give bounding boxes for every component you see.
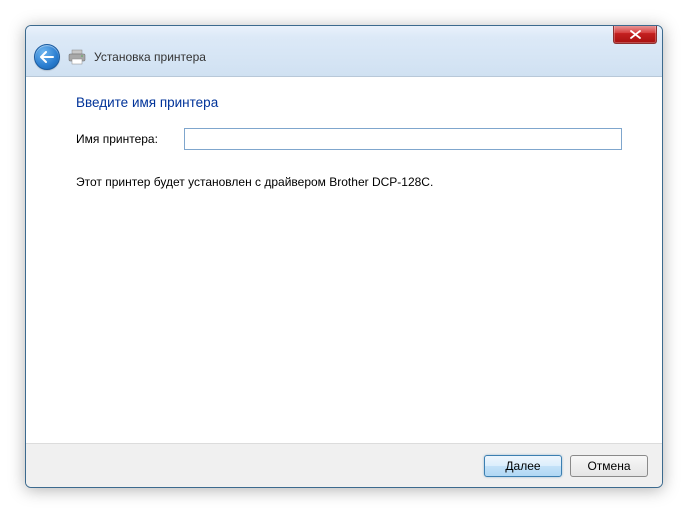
- printer-name-label: Имя принтера:: [76, 132, 184, 146]
- printer-name-input[interactable]: [184, 128, 622, 150]
- header-title: Установка принтера: [94, 50, 206, 64]
- cancel-button[interactable]: Отмена: [570, 455, 648, 477]
- back-arrow-icon: [40, 51, 54, 63]
- close-icon: [630, 30, 641, 39]
- driver-info-text: Этот принтер будет установлен с драйверо…: [76, 174, 622, 191]
- close-button[interactable]: [613, 25, 657, 44]
- button-bar: Далее Отмена: [26, 443, 662, 487]
- page-heading: Введите имя принтера: [76, 95, 622, 110]
- printer-icon: [68, 49, 86, 65]
- titlebar: [26, 26, 662, 37]
- content-area: Введите имя принтера Имя принтера: Этот …: [26, 77, 662, 443]
- wizard-window: Установка принтера Введите имя принтера …: [25, 25, 663, 488]
- next-button[interactable]: Далее: [484, 455, 562, 477]
- header-strip: Установка принтера: [26, 37, 662, 77]
- back-button[interactable]: [34, 44, 60, 70]
- printer-name-row: Имя принтера:: [76, 128, 622, 150]
